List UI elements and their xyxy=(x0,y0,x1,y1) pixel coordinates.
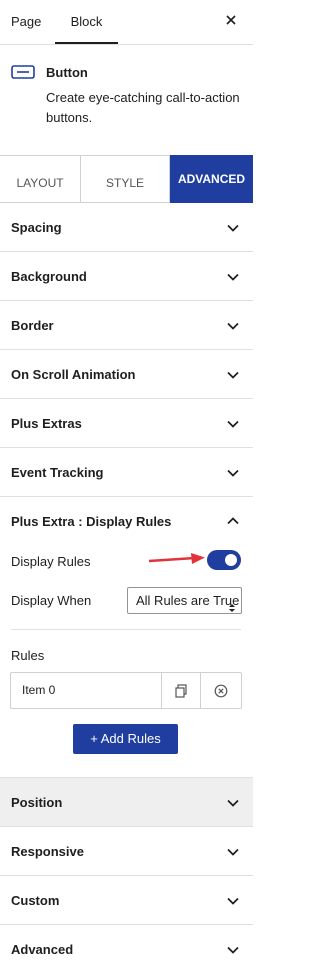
panel-position[interactable]: Position xyxy=(0,778,253,827)
active-tab-indicator xyxy=(55,42,118,44)
rule-item[interactable]: Item 0 xyxy=(10,672,242,709)
panel-display-rules-header[interactable]: Plus Extra : Display Rules xyxy=(0,497,253,546)
block-description: Create eye-catching call-to-action butto… xyxy=(46,90,240,125)
display-when-label: Display When xyxy=(11,593,92,608)
divider xyxy=(200,673,201,708)
panel-spacing-label: Spacing xyxy=(11,220,62,235)
panel-advanced-label: Advanced xyxy=(11,942,74,957)
tab-advanced[interactable]: Advanced xyxy=(170,155,253,203)
panel-responsive[interactable]: Responsive xyxy=(0,827,253,876)
panel-position-label: Position xyxy=(11,795,63,810)
toggle-knob xyxy=(225,554,237,566)
chevron-down-icon xyxy=(226,894,240,908)
rule-item-label: Item 0 xyxy=(22,683,56,697)
panel-border[interactable]: Border xyxy=(0,301,253,350)
panel-advanced[interactable]: Advanced xyxy=(0,925,253,961)
divider xyxy=(11,629,241,630)
panel-display-rules: Plus Extra : Display Rules Display Rules… xyxy=(0,497,253,778)
panel-on-scroll-animation[interactable]: On Scroll Animation xyxy=(0,350,253,399)
chevron-down-icon xyxy=(226,270,240,284)
tab-block[interactable]: Block xyxy=(55,0,118,44)
panel-responsive-label: Responsive xyxy=(11,844,84,859)
panel-custom-label: Custom xyxy=(11,893,60,908)
button-block-icon xyxy=(11,65,35,84)
panel-background[interactable]: Background xyxy=(0,252,253,301)
close-icon[interactable] xyxy=(221,10,241,30)
tab-style[interactable]: Style xyxy=(81,156,170,202)
panel-plus-extras-label: Plus Extras xyxy=(11,416,82,431)
chevron-down-icon xyxy=(226,417,240,431)
panel-border-label: Border xyxy=(11,318,54,333)
remove-icon[interactable] xyxy=(214,684,228,703)
chevron-down-icon xyxy=(226,319,240,333)
panel-plus-extras[interactable]: Plus Extras xyxy=(0,399,253,448)
panel-background-label: Background xyxy=(11,269,87,284)
chevron-down-icon xyxy=(226,466,240,480)
sidebar-tabs: Page Block xyxy=(0,0,253,45)
divider xyxy=(161,673,162,708)
block-title: Button xyxy=(46,65,88,80)
display-rules-toggle[interactable] xyxy=(207,550,241,570)
panel-display-rules-label: Plus Extra : Display Rules xyxy=(11,514,172,529)
select-arrows-icon xyxy=(228,596,236,613)
duplicate-icon[interactable] xyxy=(174,684,188,703)
chevron-down-icon xyxy=(226,845,240,859)
display-when-select[interactable]: All Rules are True xyxy=(127,587,242,614)
tab-page[interactable]: Page xyxy=(11,0,41,44)
display-when-value: All Rules are True xyxy=(136,593,240,608)
rules-label: Rules xyxy=(11,648,45,663)
chevron-down-icon xyxy=(226,796,240,810)
chevron-down-icon xyxy=(226,943,240,957)
chevron-up-icon xyxy=(226,514,240,528)
panel-event-tracking[interactable]: Event Tracking xyxy=(0,448,253,497)
tab-layout[interactable]: Layout xyxy=(0,156,81,202)
chevron-down-icon xyxy=(226,368,240,382)
panel-custom[interactable]: Custom xyxy=(0,876,253,925)
add-rules-button[interactable]: + Add Rules xyxy=(73,724,178,754)
annotation-arrow xyxy=(147,552,207,573)
panel-spacing[interactable]: Spacing xyxy=(0,203,253,252)
panel-event-tracking-label: Event Tracking xyxy=(11,465,104,480)
chevron-down-icon xyxy=(226,221,240,235)
settings-tabs: Layout Style Advanced xyxy=(0,155,253,203)
panel-on-scroll-animation-label: On Scroll Animation xyxy=(11,367,136,382)
display-rules-label: Display Rules xyxy=(11,554,91,569)
